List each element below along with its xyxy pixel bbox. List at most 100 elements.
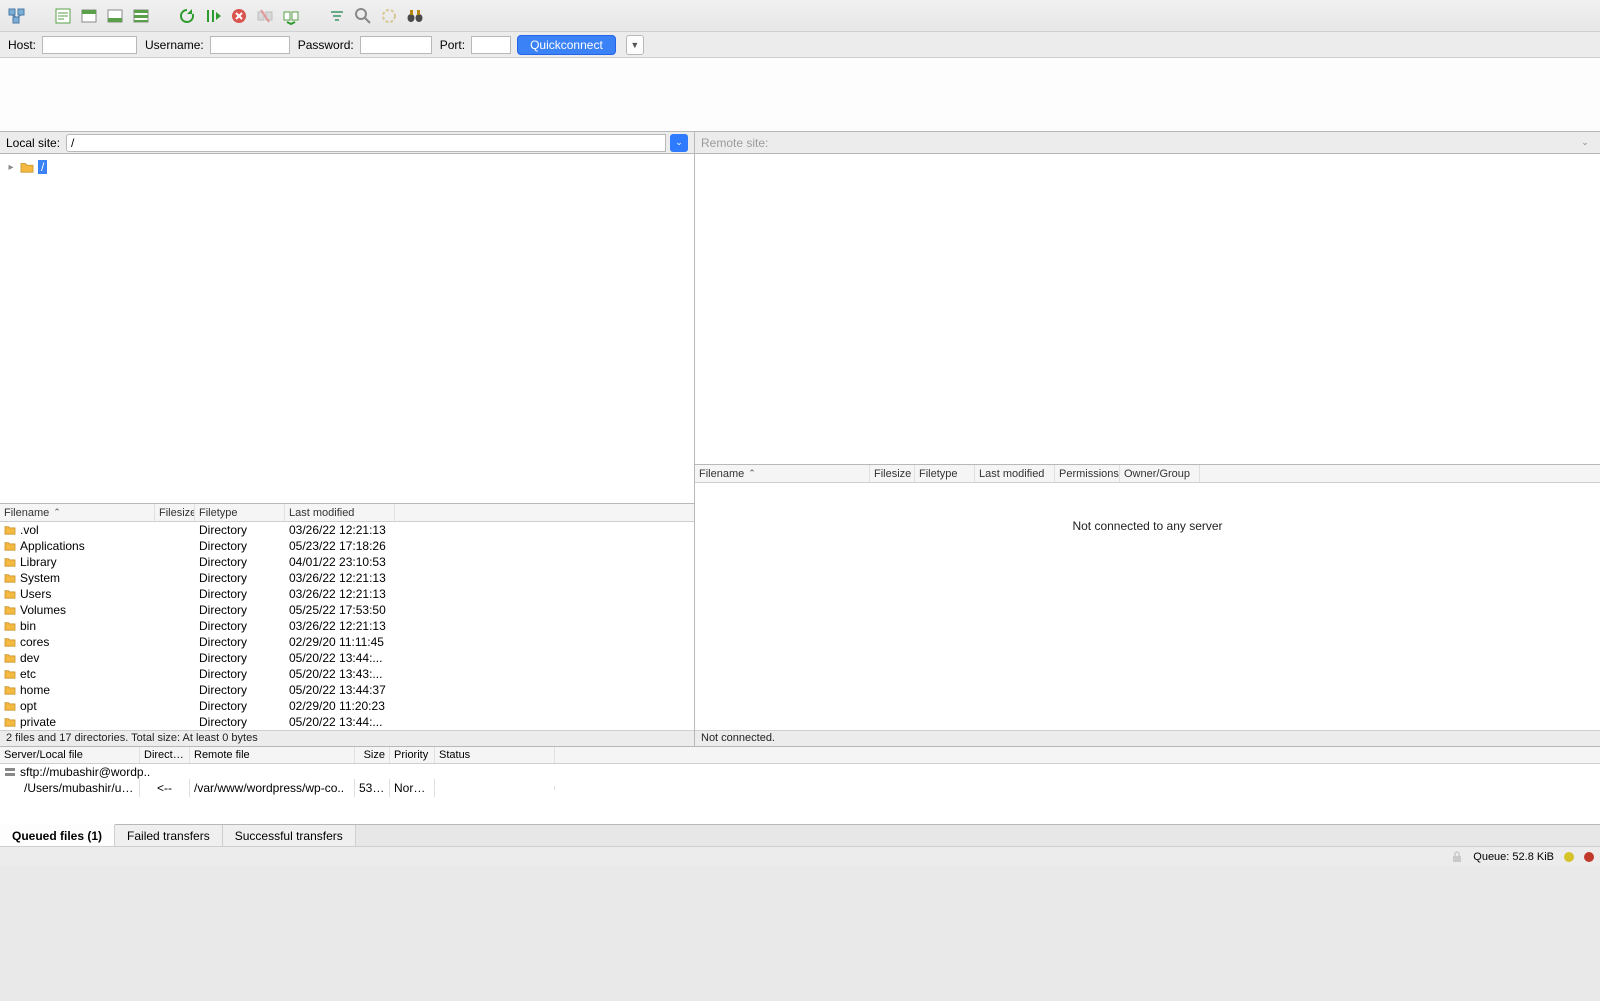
status-bar: Queue: 52.8 KiB [0,846,1600,866]
col-modified[interactable]: Last modified [285,504,395,521]
password-input[interactable] [360,36,432,54]
site-manager-icon[interactable] [6,5,28,27]
file-name: bin [20,619,36,633]
username-input[interactable] [210,36,290,54]
col-filetype[interactable]: Filetype [195,504,285,521]
queue-item-direction: <-- [140,779,190,797]
col-r-filetype[interactable]: Filetype [915,465,975,482]
folder-icon [4,621,16,631]
process-queue-icon[interactable] [202,5,224,27]
message-log[interactable] [0,58,1600,132]
folder-icon [4,525,16,535]
qcol-server[interactable]: Server/Local file [0,747,140,763]
local-site-path[interactable] [66,134,666,152]
qcol-status[interactable]: Status [435,747,555,763]
qcol-priority[interactable]: Priority [390,747,435,763]
toggle-queue-icon[interactable] [130,5,152,27]
local-file-header[interactable]: Filename ⌃ Filesize Filetype Last modifi… [0,504,694,522]
file-name: Applications [20,539,85,553]
col-filesize[interactable]: Filesize [155,504,195,521]
folder-icon [4,573,16,583]
file-row[interactable]: SystemDirectory03/26/22 12:21:13 [0,570,694,586]
queue-server-label: sftp://mubashir@wordp.. [20,765,150,779]
queue-item-local: /Users/mubashir/um-... [0,779,140,797]
file-row[interactable]: coresDirectory02/29/20 11:11:45 [0,634,694,650]
folder-icon [4,717,16,727]
toggle-remote-tree-icon[interactable] [104,5,126,27]
tab-queued-files[interactable]: Queued files (1) [0,824,115,846]
queue-item-row[interactable]: /Users/mubashir/um-... <-- /var/www/word… [0,780,1600,796]
col-r-permissions[interactable]: Permissions [1055,465,1120,482]
local-status-footer: 2 files and 17 directories. Total size: … [0,730,694,746]
tab-failed-transfers[interactable]: Failed transfers [115,825,223,846]
sync-browse-icon[interactable] [378,5,400,27]
remote-site-path [774,134,1572,152]
tree-root-label[interactable]: / [38,160,47,174]
quickconnect-bar: Host: Username: Password: Port: Quickcon… [0,32,1600,58]
file-row[interactable]: homeDirectory05/20/22 13:44:37 [0,682,694,698]
queue-server-row[interactable]: sftp://mubashir@wordp.. [0,764,1600,780]
refresh-icon[interactable] [176,5,198,27]
col-r-filename[interactable]: Filename ⌃ [695,465,870,482]
file-row[interactable]: ApplicationsDirectory05/23/22 17:18:26 [0,538,694,554]
file-row[interactable]: privateDirectory05/20/22 13:44:... [0,714,694,730]
remote-status-footer: Not connected. [695,730,1600,746]
disconnect-icon[interactable] [254,5,276,27]
queue-item-status [435,786,555,790]
file-name: opt [20,699,37,713]
qcol-size[interactable]: Size [355,747,390,763]
folder-icon [4,541,16,551]
col-r-owner[interactable]: Owner/Group [1120,465,1200,482]
local-site-dropdown[interactable]: ⌄ [670,134,688,152]
queue-item-priority: Normal [390,779,435,797]
col-r-filesize[interactable]: Filesize [870,465,915,482]
filter-icon[interactable] [326,5,348,27]
col-r-modified[interactable]: Last modified [975,465,1055,482]
file-row[interactable]: VolumesDirectory05/25/22 17:53:50 [0,602,694,618]
file-row[interactable]: LibraryDirectory04/01/22 23:10:53 [0,554,694,570]
port-input[interactable] [471,36,511,54]
local-file-list[interactable]: .volDirectory03/26/22 12:21:13Applicatio… [0,522,694,730]
search-icon[interactable] [352,5,374,27]
file-row[interactable]: binDirectory03/26/22 12:21:13 [0,618,694,634]
remote-site-dropdown: ⌄ [1576,134,1594,152]
col-filename[interactable]: Filename ⌃ [0,504,155,521]
quickconnect-button[interactable]: Quickconnect [517,35,616,55]
file-row[interactable]: .volDirectory03/26/22 12:21:13 [0,522,694,538]
host-input[interactable] [42,36,137,54]
file-name: cores [20,635,49,649]
quickconnect-history-dropdown[interactable]: ▼ [626,35,644,55]
file-name: dev [20,651,39,665]
indicator-activity-icon [1564,852,1574,862]
file-row[interactable]: optDirectory02/29/20 11:20:23 [0,698,694,714]
file-row[interactable]: devDirectory05/20/22 13:44:... [0,650,694,666]
folder-icon [20,161,34,173]
local-tree[interactable]: ▸ / [0,154,694,504]
binoculars-icon[interactable] [404,5,426,27]
remote-site-label: Remote site: [701,136,768,150]
file-name: .vol [20,523,39,537]
qcol-direction[interactable]: Direction [140,747,190,763]
file-name: Volumes [20,603,66,617]
remote-file-header[interactable]: Filename ⌃ Filesize Filetype Last modifi… [695,465,1600,483]
file-modified: 05/20/22 13:44:... [285,713,435,730]
folder-icon [4,589,16,599]
queue-item-remote: /var/www/wordpress/wp-co.. [190,779,355,797]
toggle-local-tree-icon[interactable] [78,5,100,27]
file-row[interactable]: etcDirectory05/20/22 13:43:... [0,666,694,682]
main-toolbar [0,0,1600,32]
file-row[interactable]: UsersDirectory03/26/22 12:21:13 [0,586,694,602]
chevron-right-icon[interactable]: ▸ [6,162,16,173]
cancel-icon[interactable] [228,5,250,27]
folder-icon [4,653,16,663]
tab-successful-transfers[interactable]: Successful transfers [223,825,356,846]
queue-header[interactable]: Server/Local file Direction Remote file … [0,746,1600,764]
reconnect-icon[interactable] [280,5,302,27]
folder-icon [4,605,16,615]
tree-item-root[interactable]: ▸ / [6,158,688,176]
queue-item-size: 53982 [355,779,390,797]
file-name: etc [20,667,36,681]
qcol-remote[interactable]: Remote file [190,747,355,763]
folder-icon [4,685,16,695]
toggle-log-icon[interactable] [52,5,74,27]
